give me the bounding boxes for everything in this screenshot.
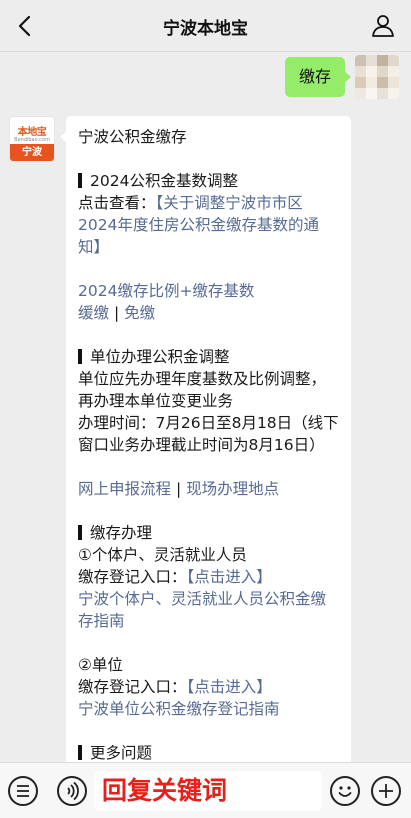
section-title-more: 更多问题: [78, 742, 339, 764]
guide-link-unit[interactable]: 宁波单位公积金缴存登记指南: [78, 700, 280, 718]
self-avatar[interactable]: [355, 55, 399, 99]
section-bar: [78, 173, 82, 188]
emoji-icon[interactable]: [330, 776, 360, 806]
section-title-deposit: 缴存办理: [78, 522, 339, 544]
entry-label: 缴存登记入口：: [78, 678, 187, 696]
entry-link-unit[interactable]: 【点击进入】: [187, 678, 272, 696]
chat-title: 宁波本地宝: [163, 19, 248, 39]
entry-label: 缴存登记入口：: [78, 568, 187, 586]
onsite-location-link[interactable]: 现场办理地点: [186, 480, 279, 498]
section-bar: [78, 349, 82, 364]
voice-icon[interactable]: [57, 776, 87, 806]
item-individual: ①个体户、灵活就业人员: [78, 546, 247, 564]
exempt-link[interactable]: 免缴: [124, 304, 155, 322]
logo-text: 本地宝: [17, 127, 47, 138]
user-message-bubble[interactable]: 缴存: [284, 57, 352, 97]
notice-line: 点击查看：【关于调整宁波市市区2024年度住房公积金缴存基数的通知】: [78, 194, 319, 256]
unit-instruction: 单位应先办理年度基数及比例调整，再办理本单位变更业务: [78, 370, 327, 410]
item-unit: ②单位: [78, 656, 123, 674]
defer-link[interactable]: 缓缴: [78, 304, 109, 322]
logo-subtext: Bendibao.com: [14, 137, 50, 143]
message-input[interactable]: 回复关键词: [94, 771, 322, 811]
keyword-overlay-text: 回复关键词: [102, 776, 228, 805]
nav-bar: 宁波本地宝: [0, 0, 411, 52]
input-toolbar: 回复关键词: [0, 762, 411, 818]
reply-heading: 宁波公积金缴存: [78, 128, 187, 146]
ratio-base-link[interactable]: 2024缴存比例+缴存基数: [78, 282, 254, 300]
user-icon[interactable]: [369, 12, 397, 40]
section-bar: [78, 745, 82, 760]
guide-link-individual[interactable]: 宁波个体户、灵活就业人员公积金缴存指南: [78, 590, 326, 630]
separator: |: [109, 304, 125, 322]
bot-reply-bubble: 宁波公积金缴存 2024公积金基数调整 点击查看：【关于调整宁波市市区2024年…: [66, 116, 351, 776]
bot-avatar[interactable]: 本地宝 Bendibao.com 宁波: [9, 116, 55, 162]
entry-link-individual[interactable]: 【点击进入】: [187, 568, 272, 586]
section-title-base: 2024公积金基数调整: [78, 170, 339, 192]
online-process-link[interactable]: 网上申报流程: [78, 480, 171, 498]
separator: |: [171, 480, 187, 498]
section-title-unit: 单位办理公积金调整: [78, 346, 339, 368]
plus-icon[interactable]: [371, 776, 401, 806]
menu-list-icon[interactable]: [8, 776, 38, 806]
logo-city: 宁波: [10, 144, 54, 161]
section-bar: [78, 525, 82, 540]
unit-time: 办理时间：7月26日至8月18日（线下窗口业务办理截止时间为8月16日）: [78, 414, 339, 454]
